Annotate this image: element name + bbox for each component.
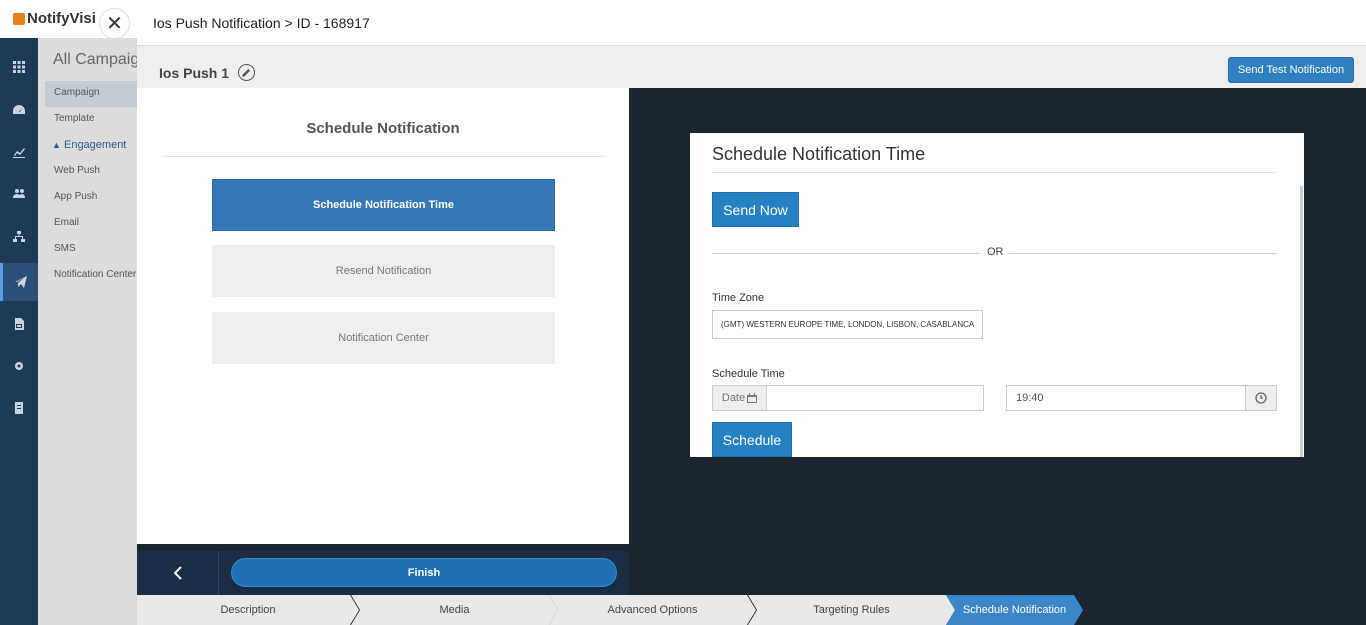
time-zone-select[interactable]: (GMT) WESTERN EUROPE TIME, LONDON, LISBO… [712,310,983,339]
sub-item-sms[interactable]: SMS [45,237,137,263]
finish-button[interactable]: Finish [231,558,617,587]
time-input[interactable]: 19:40 [1007,386,1245,410]
step-advanced-options[interactable]: Advanced Options [549,595,756,625]
settings-icon[interactable] [0,347,38,385]
send-icon[interactable] [0,263,38,301]
billing-icon[interactable] [0,389,38,427]
wizard-steps: Description Media Advanced Options Targe… [137,595,1366,625]
date-addon[interactable]: Date [713,386,767,410]
chevron-left-icon [173,566,182,580]
schedule-button[interactable]: Schedule [712,422,792,457]
or-divider-left [712,253,980,254]
sub-item-web-push[interactable]: Web Push [45,159,137,185]
sub-item-email[interactable]: Email [45,211,137,237]
pencil-icon[interactable] [238,64,256,81]
divider [712,172,1276,173]
modal-header: Ios Push Notification > ID - 168917 [137,0,1366,46]
sitemap-icon: ▲ [52,140,61,150]
sub-item-app-push[interactable]: App Push [45,185,137,211]
chart-icon[interactable] [0,133,38,171]
close-modal-button[interactable]: ✕ [99,8,130,39]
sub-group-engagement[interactable]: ▲ Engagement [45,133,137,159]
schedule-preview-card: Schedule Notification Time Send Now OR T… [690,133,1304,457]
main-sidebar [0,38,38,625]
brand-logo-icon [13,12,25,25]
step-targeting-rules[interactable]: Targeting Rules [748,595,955,625]
step-description[interactable]: Description [137,595,359,625]
sitemap-icon[interactable] [0,218,38,256]
date-input[interactable] [767,386,983,410]
modal-title: Ios Push Notification > ID - 168917 [153,15,370,31]
or-divider-right [1009,253,1277,254]
grid-icon[interactable] [0,48,38,86]
users-icon[interactable] [0,175,38,213]
send-test-notification-button[interactable]: Send Test Notification [1228,57,1354,83]
report-icon[interactable] [0,305,38,343]
schedule-options-panel: Schedule Notification Schedule Notificat… [137,88,629,544]
campaign-modal: Ios Push Notification > ID - 168917 Ios … [137,0,1366,625]
campaign-subbar: Ios Push 1 Send Test Notification [137,46,1366,88]
divider [163,156,605,157]
step-schedule-notification[interactable]: Schedule Notification [946,595,1083,625]
date-addon-label: Date [721,392,746,404]
brand-name: NotifyVisi [27,10,96,27]
campaign-name-text: Ios Push 1 [159,64,230,81]
dashboard-icon[interactable] [0,91,38,129]
section-title: All Campaign [53,51,149,68]
resend-notification-option[interactable]: Resend Notification [212,245,555,297]
calendar-icon [747,393,758,403]
time-input-group: 19:40 [1006,385,1277,411]
sub-item-campaign[interactable]: Campaign [45,81,137,107]
panel-title: Schedule Notification [306,120,460,137]
close-icon: ✕ [106,13,123,35]
date-input-group: Date [712,385,984,411]
back-button[interactable] [137,551,219,595]
or-label: OR [987,246,1004,258]
card-scrollbar[interactable] [1300,186,1303,457]
panel-footer: Finish [137,551,629,595]
clock-button[interactable] [1245,386,1276,410]
schedule-time-label: Schedule Time [712,368,785,380]
sub-group-label: Engagement [63,139,127,151]
clock-icon [1255,392,1267,404]
sub-item-notification-center[interactable]: Notification Center [45,263,137,289]
brand-logo[interactable]: NotifyVisi [13,10,96,27]
sub-navigation-list: Campaign Template ▲ Engagement Web Push … [45,81,137,289]
time-zone-label: Time Zone [712,292,765,304]
sub-item-template[interactable]: Template [45,107,137,133]
notification-center-option[interactable]: Notification Center [212,312,555,364]
step-media[interactable]: Media [351,595,558,625]
campaign-name: Ios Push 1 [159,64,256,81]
schedule-notification-time-option[interactable]: Schedule Notification Time [212,179,555,231]
card-title: Schedule Notification Time [712,144,926,164]
send-now-button[interactable]: Send Now [712,192,799,227]
